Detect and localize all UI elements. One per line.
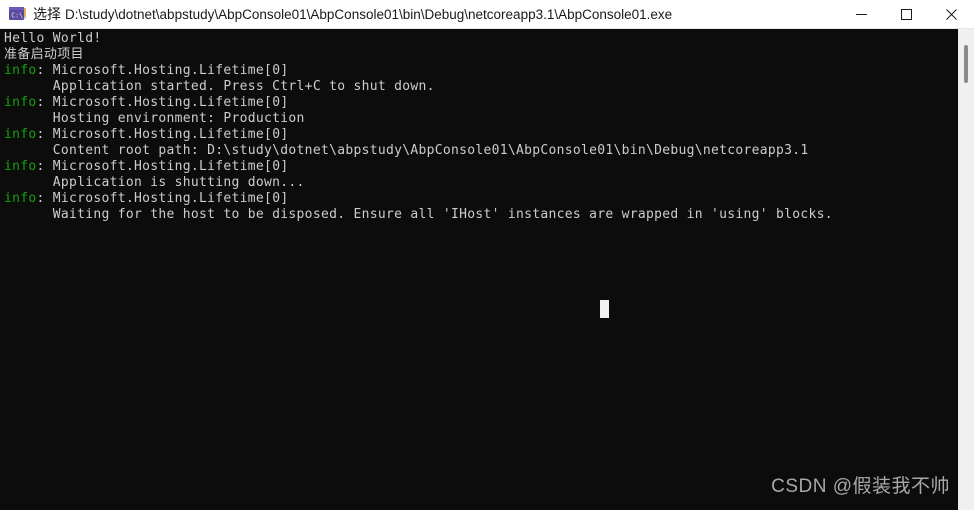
console-line: info: Microsoft.Hosting.Lifetime[0] xyxy=(4,63,958,79)
console-line: info: Microsoft.Hosting.Lifetime[0] xyxy=(4,95,958,111)
console-line-text: Waiting for the host to be disposed. Ens… xyxy=(4,207,833,222)
console-line: info: Microsoft.Hosting.Lifetime[0] xyxy=(4,191,958,207)
console-line: info: Microsoft.Hosting.Lifetime[0] xyxy=(4,159,958,175)
console-line-text: : Microsoft.Hosting.Lifetime[0] xyxy=(36,95,289,110)
console-line-text: : Microsoft.Hosting.Lifetime[0] xyxy=(36,159,289,174)
scrollbar-thumb[interactable] xyxy=(964,45,968,83)
window-title-prefix: 选择 xyxy=(33,5,61,22)
console-window: C:\ 选择 D:\study\dotnet\abpstudy\AbpConsol… xyxy=(0,0,974,510)
console-line: Content root path: D:\study\dotnet\abpst… xyxy=(4,143,958,159)
console-line-text: Hosting environment: Production xyxy=(4,111,305,126)
console-line-text: 准备启动项目 xyxy=(4,47,84,62)
console-line: Application is shutting down... xyxy=(4,175,958,191)
close-icon xyxy=(946,8,957,20)
close-button[interactable] xyxy=(929,0,974,29)
log-level-info: info xyxy=(4,127,37,142)
console-line-text: : Microsoft.Hosting.Lifetime[0] xyxy=(36,191,289,206)
console-output-area[interactable]: Hello World! 准备启动项目 info: Microsoft.Hostin… xyxy=(0,29,958,510)
csdn-watermark: CSDN @假装我不帅 xyxy=(771,476,950,497)
log-level-info: info xyxy=(4,159,37,174)
console-line-text: Application is shutting down... xyxy=(4,175,305,190)
console-line-text: Content root path: D:\study\dotnet\abpst… xyxy=(4,143,809,158)
vertical-scrollbar[interactable] xyxy=(958,29,974,510)
console-line: Waiting for the host to be disposed. Ens… xyxy=(4,207,958,223)
log-level-info: info xyxy=(4,95,37,110)
maximize-button[interactable] xyxy=(884,0,929,29)
minimize-button[interactable] xyxy=(839,0,884,29)
console-line-text: : Microsoft.Hosting.Lifetime[0] xyxy=(36,63,289,78)
window-controls xyxy=(839,0,974,29)
console-line-text: Application started. Press Ctrl+C to shu… xyxy=(4,79,435,94)
text-block-cursor xyxy=(600,300,609,318)
title-bar[interactable]: C:\ 选择 D:\study\dotnet\abpstudy\AbpConsol… xyxy=(0,0,974,29)
console-line-text: : Microsoft.Hosting.Lifetime[0] xyxy=(36,127,289,142)
log-level-info: info xyxy=(4,63,37,78)
minimize-icon xyxy=(856,13,867,15)
window-title-path: D:\study\dotnet\abpstudy\AbpConsole01\Ab… xyxy=(65,6,673,22)
console-line: Application started. Press Ctrl+C to shu… xyxy=(4,79,958,95)
console-line: Hello World! xyxy=(4,31,958,47)
console-line-text: Hello World! xyxy=(4,31,102,46)
title-bar-left: C:\ 选择 D:\study\dotnet\abpstudy\AbpConsol… xyxy=(0,0,839,28)
console-line: info: Microsoft.Hosting.Lifetime[0] xyxy=(4,127,958,143)
window-title: 选择 D:\study\dotnet\abpstudy\AbpConsole01\… xyxy=(33,0,672,29)
maximize-icon xyxy=(901,8,912,20)
log-level-info: info xyxy=(4,191,37,206)
console-lines: Hello World! 准备启动项目 info: Microsoft.Hostin… xyxy=(4,31,958,223)
svg-text:C:\: C:\ xyxy=(11,11,23,19)
console-line: Hosting environment: Production xyxy=(4,111,958,127)
console-line: 准备启动项目 xyxy=(4,47,958,63)
console-app-icon: C:\ xyxy=(9,6,26,22)
